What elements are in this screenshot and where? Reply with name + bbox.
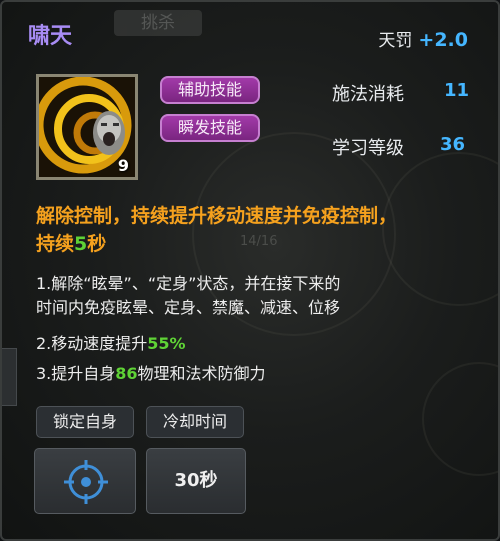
penalty-value: +2.0 (418, 29, 468, 51)
roaring-vortex-skill-icon: 9 (36, 74, 138, 180)
duration-value: 5 (74, 233, 88, 255)
detail-item-1-line-2: 时间内免疫眩晕、定身、禁魔、减速、位移 (36, 298, 341, 317)
cooldown-slot: 30秒 (146, 448, 246, 514)
penalty-label: 天罚 (378, 31, 413, 51)
cast-cost-label: 施法消耗 (332, 84, 404, 105)
skill-penalty: 天罚 +2.0 (378, 26, 468, 51)
detail-item-3: 3.提升自身86物理和法术防御力 (36, 364, 266, 383)
description-line-1: 解除控制，持续提升移动速度并免疫控制， (36, 205, 398, 227)
crosshair-target-icon (62, 458, 110, 510)
learn-level-label: 学习等级 (332, 138, 404, 159)
learn-level-value: 36 (440, 134, 466, 155)
cooldown-label: 冷却时间 (146, 406, 244, 438)
detail-item-2: 2.移动速度提升55% (36, 334, 186, 353)
description-line-2: 持续5秒 (36, 233, 107, 255)
skill-name: 啸天 (28, 24, 73, 49)
defense-value: 86 (115, 364, 138, 383)
tag-support-skill: 辅助技能 (160, 76, 260, 104)
tag-instant-skill: 瞬发技能 (160, 114, 260, 142)
side-edge-tab (2, 348, 17, 406)
skill-description: 解除控制，持续提升移动速度并免疫控制， 持续5秒 (36, 202, 468, 258)
background-tab: 挑杀 (114, 10, 202, 36)
move-speed-value: 55% (147, 334, 186, 353)
cast-cost-value: 11 (444, 80, 470, 101)
detail-item-1-line-1: 1.解除“眩晕”、“定身”状态，并在接下来的 (36, 274, 341, 293)
detail-item-1: 1.解除“眩晕”、“定身”状态，并在接下来的 时间内免疫眩晕、定身、禁魔、减速、… (36, 272, 476, 320)
target-slot (34, 448, 136, 514)
skill-icon-level: 9 (117, 156, 129, 175)
cooldown-value: 30秒 (174, 470, 218, 491)
skill-tooltip-panel: 挑杀 14/16 啸天 天罚 +2.0 9 辅助技能 瞬发技能 施法消耗 11 学… (0, 0, 500, 541)
target-type-label: 锁定自身 (36, 406, 134, 438)
